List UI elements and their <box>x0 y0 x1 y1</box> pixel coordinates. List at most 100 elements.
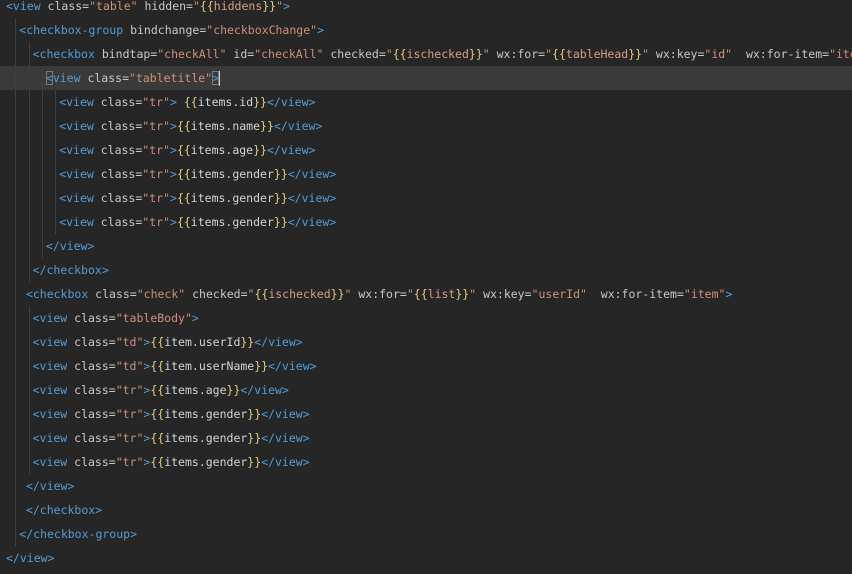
indent-guide <box>15 402 17 426</box>
token-tag: <view <box>59 143 94 157</box>
indent-guide <box>15 354 17 378</box>
indent-guide <box>28 402 30 426</box>
token-must: {{ <box>150 455 165 469</box>
code-line[interactable]: <view class="tr">{{items.gender}}</view> <box>0 450 852 474</box>
code-text: <view class="tableBody"> <box>33 306 199 330</box>
token-eq: = <box>676 287 684 301</box>
token-must: {{ <box>254 287 269 301</box>
code-line[interactable]: <view class="tabletitle"> <box>0 66 852 90</box>
indent-guide <box>15 450 17 474</box>
code-line[interactable]: <view class="tr">{{items.gender}}</view> <box>0 426 852 450</box>
code-line[interactable]: </checkbox> <box>0 498 852 522</box>
token-text: items.gender <box>190 215 274 229</box>
token-str: "td" <box>115 335 144 349</box>
indent-guide <box>28 114 30 138</box>
code-line[interactable]: <view class="tr">{{items.age}}</view> <box>0 138 852 162</box>
code-line[interactable]: </checkbox-group> <box>0 522 852 546</box>
code-line[interactable]: </checkbox> <box>0 258 852 282</box>
code-line[interactable]: </view> <box>0 474 852 498</box>
token-must: {{ <box>413 287 428 301</box>
code-line[interactable]: <view class="tr">{{items.gender}}</view> <box>0 162 852 186</box>
code-line[interactable]: <view class="tr">{{items.age}}</view> <box>0 378 852 402</box>
token-attr: wx:key <box>476 287 525 301</box>
token-text: items.age <box>190 143 254 157</box>
indent-guide <box>15 210 17 234</box>
token-must: }} <box>247 407 262 421</box>
code-line[interactable]: <view class="tr">{{items.gender}}</view> <box>0 402 852 426</box>
code-line[interactable]: </view> <box>0 234 852 258</box>
token-text: item.userName <box>164 359 255 373</box>
token-attr: wx:for <box>489 47 539 61</box>
token-must: }} <box>247 455 262 469</box>
code-line[interactable]: </view> <box>0 546 852 570</box>
token-tag: > <box>170 95 177 109</box>
indent-guide <box>41 114 43 138</box>
token-strmust: tableHead <box>565 47 629 61</box>
token-tag: <view <box>32 359 68 373</box>
token-tag: > <box>170 215 177 229</box>
token-str: "tr" <box>142 143 170 157</box>
indent-guide <box>15 138 17 162</box>
token-tag: > <box>191 311 199 325</box>
token-tag: <checkbox <box>25 287 89 301</box>
token-tag: <view <box>59 167 94 181</box>
token-str: "tr" <box>115 383 144 397</box>
code-line[interactable]: <view class="tr">{{items.gender}}</view> <box>0 210 852 234</box>
token-eq: = <box>108 383 116 397</box>
indent-guide <box>28 354 30 378</box>
code-line[interactable]: <view class="table" hidden="{{hiddens}}"… <box>0 0 852 18</box>
token-tag: </view> <box>25 479 75 493</box>
code-text: <view class="tr">{{items.gender}}</view> <box>59 162 336 186</box>
code-text: <view class="tr">{{items.gender}}</view> <box>33 450 310 474</box>
indent-guide <box>28 42 30 66</box>
token-str: " <box>276 0 284 13</box>
token-attr: class <box>93 191 136 205</box>
code-line[interactable]: <checkbox bindtap="checkAll" id="checkAl… <box>0 42 852 66</box>
token-text: items.gender <box>164 455 248 469</box>
indent-guide <box>28 66 30 90</box>
code-line[interactable]: <checkbox class="check" checked="{{ische… <box>0 282 852 306</box>
token-str: " <box>642 47 649 61</box>
token-must: {{ <box>150 407 165 421</box>
indent-guide <box>15 258 17 282</box>
code-line[interactable]: <view class="td">{{item.userName}}</view… <box>0 354 852 378</box>
code-line[interactable]: <checkbox-group bindchange="checkboxChan… <box>0 18 852 42</box>
token-text: items.gender <box>164 431 248 445</box>
token-tag: > <box>170 143 177 157</box>
indent-guide <box>28 258 30 282</box>
token-str: "tr" <box>115 431 144 445</box>
token-attr: class <box>93 119 136 133</box>
token-tag: <view <box>32 407 68 421</box>
token-attr: class <box>93 143 136 157</box>
code-line[interactable]: <view class="tr">{{items.gender}}</view> <box>0 186 852 210</box>
token-attr: class <box>67 359 109 373</box>
token-str: "tr" <box>115 455 144 469</box>
token-tag: </view> <box>287 167 337 181</box>
code-text: <view class="tr">{{items.gender}}</view> <box>59 210 336 234</box>
token-must: }} <box>240 335 255 349</box>
code-line[interactable]: <view class="tr"> {{items.id}}</view> <box>0 90 852 114</box>
indent-guide <box>41 162 43 186</box>
token-tag: </view> <box>261 407 310 421</box>
token-eq: = <box>108 407 116 421</box>
token-attr: checked <box>323 47 379 61</box>
code-text: <checkbox bindtap="checkAll" id="checkAl… <box>33 42 852 66</box>
token-text: items.gender <box>164 407 248 421</box>
token-must: {{ <box>176 215 191 229</box>
code-text: <view class="tabletitle"> <box>45 66 221 90</box>
token-str: "tabletitle" <box>129 71 213 85</box>
code-line[interactable]: <view class="td">{{item.userId}}</view> <box>0 330 852 354</box>
token-tag: </view> <box>273 119 323 133</box>
token-tag: <view <box>32 383 68 397</box>
code-text: </checkbox-group> <box>19 522 137 546</box>
token-attr: class <box>93 215 136 229</box>
token-must: }} <box>247 431 262 445</box>
code-line[interactable]: <view class="tableBody"> <box>0 306 852 330</box>
indent-guide <box>15 66 17 90</box>
token-must: }} <box>468 47 483 61</box>
code-line[interactable]: <view class="tr">{{items.name}}</view> <box>0 114 852 138</box>
token-tag: <view <box>6 0 41 13</box>
indent-guide <box>15 42 17 66</box>
code-editor[interactable]: <view class="table" hidden="{{hiddens}}"… <box>0 0 852 574</box>
